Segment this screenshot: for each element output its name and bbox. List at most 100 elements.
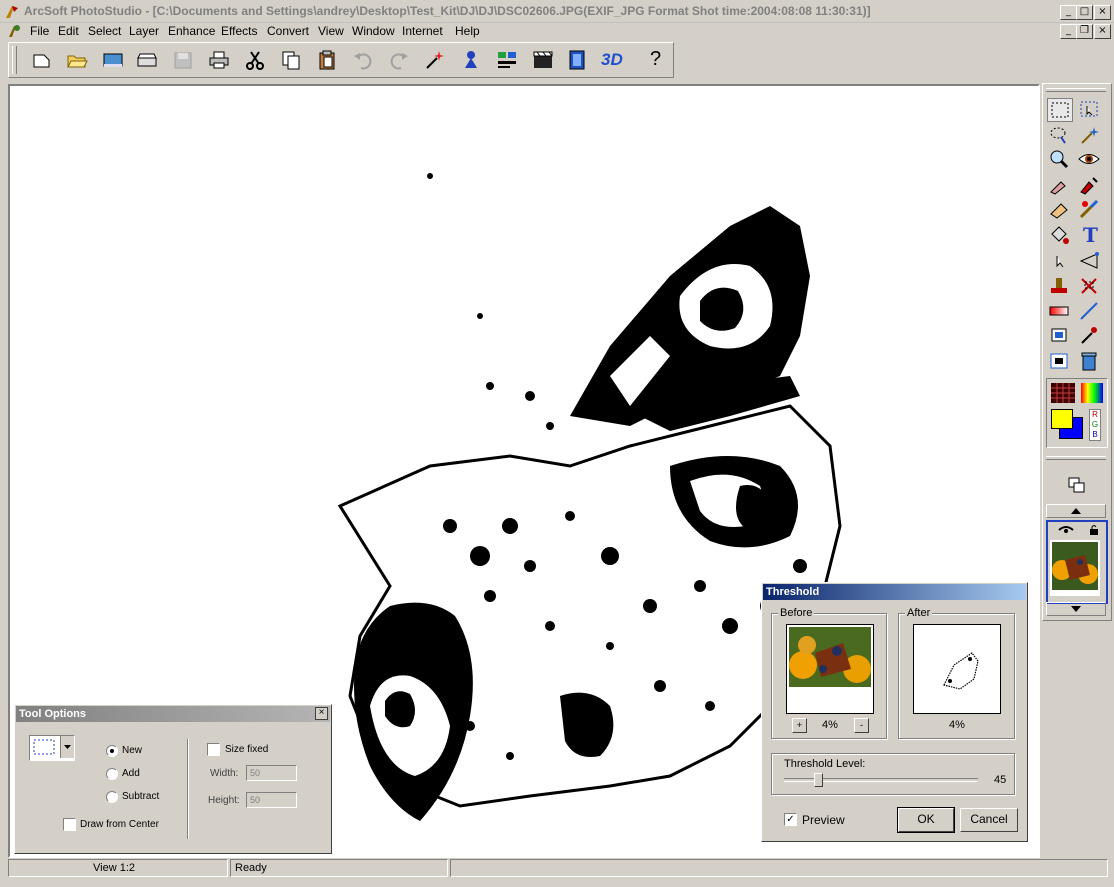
- menu-file[interactable]: File: [30, 24, 49, 38]
- dropdown-arrow-button[interactable]: [60, 736, 74, 758]
- color-spectrum-icon[interactable]: [1081, 383, 1103, 403]
- threshold-level-label: Threshold Level:: [784, 758, 866, 770]
- layer-scroll-down[interactable]: [1046, 602, 1106, 616]
- new-file-icon[interactable]: [29, 48, 53, 72]
- layer-stack-icon[interactable]: [1067, 476, 1087, 494]
- layer-grip[interactable]: [1046, 456, 1106, 460]
- rgb-g-letter: G: [1091, 420, 1099, 429]
- foreground-color-swatch[interactable]: [1051, 409, 1073, 429]
- layer-thumbnail[interactable]: [1046, 520, 1108, 604]
- pointer-icon[interactable]: [1047, 250, 1071, 272]
- threshold-slider-thumb[interactable]: [814, 773, 824, 787]
- mode-new-radio[interactable]: [106, 745, 118, 757]
- minimize-button[interactable]: _: [1060, 5, 1077, 20]
- menu-edit[interactable]: Edit: [58, 24, 79, 38]
- cut-out-icon[interactable]: [1077, 274, 1101, 296]
- menu-internet[interactable]: Internet: [402, 24, 443, 38]
- mode-subtract-radio[interactable]: [106, 791, 118, 803]
- tool-options-close-button[interactable]: ×: [315, 707, 328, 720]
- menu-help[interactable]: Help: [455, 24, 480, 38]
- text-tool-letter: T: [1083, 223, 1098, 247]
- photostudio-app-icon[interactable]: [4, 4, 20, 20]
- size-fixed-checkbox[interactable]: [207, 743, 220, 756]
- layout-icon[interactable]: [495, 48, 519, 72]
- open-folder-icon[interactable]: [65, 48, 89, 72]
- layer-lock-icon[interactable]: [1088, 524, 1100, 536]
- before-zoom-out-button[interactable]: -: [854, 718, 869, 733]
- paint-bucket-icon[interactable]: [1047, 224, 1071, 246]
- layer-scroll-up[interactable]: [1046, 504, 1106, 518]
- layer-visibility-eye-icon[interactable]: [1058, 524, 1074, 536]
- doc-minimize-button[interactable]: _: [1060, 24, 1077, 39]
- menu-convert[interactable]: Convert: [267, 24, 309, 38]
- document-icon[interactable]: [6, 23, 22, 39]
- red-eye-icon[interactable]: [1077, 148, 1101, 170]
- draw-from-center-label: Draw from Center: [80, 819, 159, 830]
- browser-icon[interactable]: [565, 48, 589, 72]
- draw-from-center-checkbox[interactable]: [63, 818, 76, 831]
- crop-icon[interactable]: [1047, 324, 1071, 346]
- lasso-icon[interactable]: [1047, 124, 1071, 146]
- width-field[interactable]: 50: [246, 765, 297, 781]
- stamp-icon[interactable]: [1047, 274, 1071, 296]
- menu-effects[interactable]: Effects: [221, 24, 257, 38]
- redo-icon[interactable]: [387, 48, 411, 72]
- trash-icon[interactable]: [1077, 350, 1101, 372]
- mode-subtract-label: Subtract: [122, 791, 160, 802]
- magic-wand-icon[interactable]: [423, 48, 447, 72]
- paste-icon[interactable]: [315, 48, 339, 72]
- line-shape-icon[interactable]: [1077, 250, 1101, 272]
- status-bar: View 1:2 Ready: [0, 858, 1114, 878]
- move-select-icon[interactable]: [1077, 98, 1101, 120]
- ok-button[interactable]: OK: [897, 807, 955, 833]
- line-tool-icon[interactable]: [1077, 300, 1101, 322]
- menu-window[interactable]: Window: [352, 24, 395, 38]
- cancel-button[interactable]: Cancel: [960, 808, 1018, 832]
- mode-add-radio[interactable]: [106, 768, 118, 780]
- smudge-icon[interactable]: [1047, 174, 1071, 196]
- enhance-icon[interactable]: [459, 48, 483, 72]
- menu-layer[interactable]: Layer: [129, 24, 159, 38]
- threshold-slider-track[interactable]: [784, 778, 978, 782]
- selection-shape-dropdown[interactable]: [29, 735, 75, 761]
- undo-icon[interactable]: [351, 48, 375, 72]
- print-icon[interactable]: [207, 48, 231, 72]
- scanner-icon[interactable]: [135, 48, 159, 72]
- menu-select[interactable]: Select: [88, 24, 121, 38]
- magic-wand-tool-icon[interactable]: [1077, 124, 1101, 146]
- cut-icon[interactable]: [243, 48, 267, 72]
- help-button[interactable]: ?: [645, 48, 669, 72]
- height-field[interactable]: 50: [246, 792, 297, 808]
- toolbox-grip[interactable]: [1046, 88, 1106, 92]
- after-preview-image[interactable]: [913, 624, 1001, 714]
- menu-view[interactable]: View: [318, 24, 344, 38]
- options-divider: [187, 739, 189, 839]
- color-panel: R G B: [1046, 378, 1108, 448]
- before-preview-image[interactable]: [786, 624, 874, 714]
- resize-icon[interactable]: [1047, 350, 1071, 372]
- doc-restore-button[interactable]: ❐: [1076, 24, 1093, 39]
- rectangle-select-icon[interactable]: [1047, 98, 1073, 122]
- acquire-icon[interactable]: [101, 48, 125, 72]
- color-grid-icon[interactable]: [1051, 383, 1075, 403]
- preview-checkbox[interactable]: ✓: [784, 813, 797, 826]
- maximize-button[interactable]: □: [1076, 5, 1093, 20]
- toolbar-grip[interactable]: [12, 46, 17, 74]
- before-zoom-in-button[interactable]: +: [792, 718, 807, 733]
- slideshow-icon[interactable]: [531, 48, 555, 72]
- clone-icon[interactable]: [1077, 174, 1101, 196]
- eraser-icon[interactable]: [1047, 198, 1071, 220]
- rgb-mode-toggle[interactable]: R G B: [1089, 409, 1101, 441]
- text-tool-icon[interactable]: T: [1077, 223, 1101, 247]
- menu-enhance[interactable]: Enhance: [168, 24, 215, 38]
- brush-icon[interactable]: [1077, 198, 1101, 220]
- before-group: Before + 4% -: [771, 607, 887, 739]
- save-icon-disabled[interactable]: [171, 48, 195, 72]
- doc-close-button[interactable]: ×: [1094, 24, 1111, 39]
- copy-icon[interactable]: [279, 48, 303, 72]
- zoom-icon[interactable]: [1047, 148, 1071, 170]
- 3d-button[interactable]: 3D: [599, 48, 633, 72]
- eyedropper-icon[interactable]: [1077, 324, 1101, 346]
- gradient-icon[interactable]: [1047, 300, 1071, 322]
- close-button[interactable]: ×: [1094, 5, 1111, 20]
